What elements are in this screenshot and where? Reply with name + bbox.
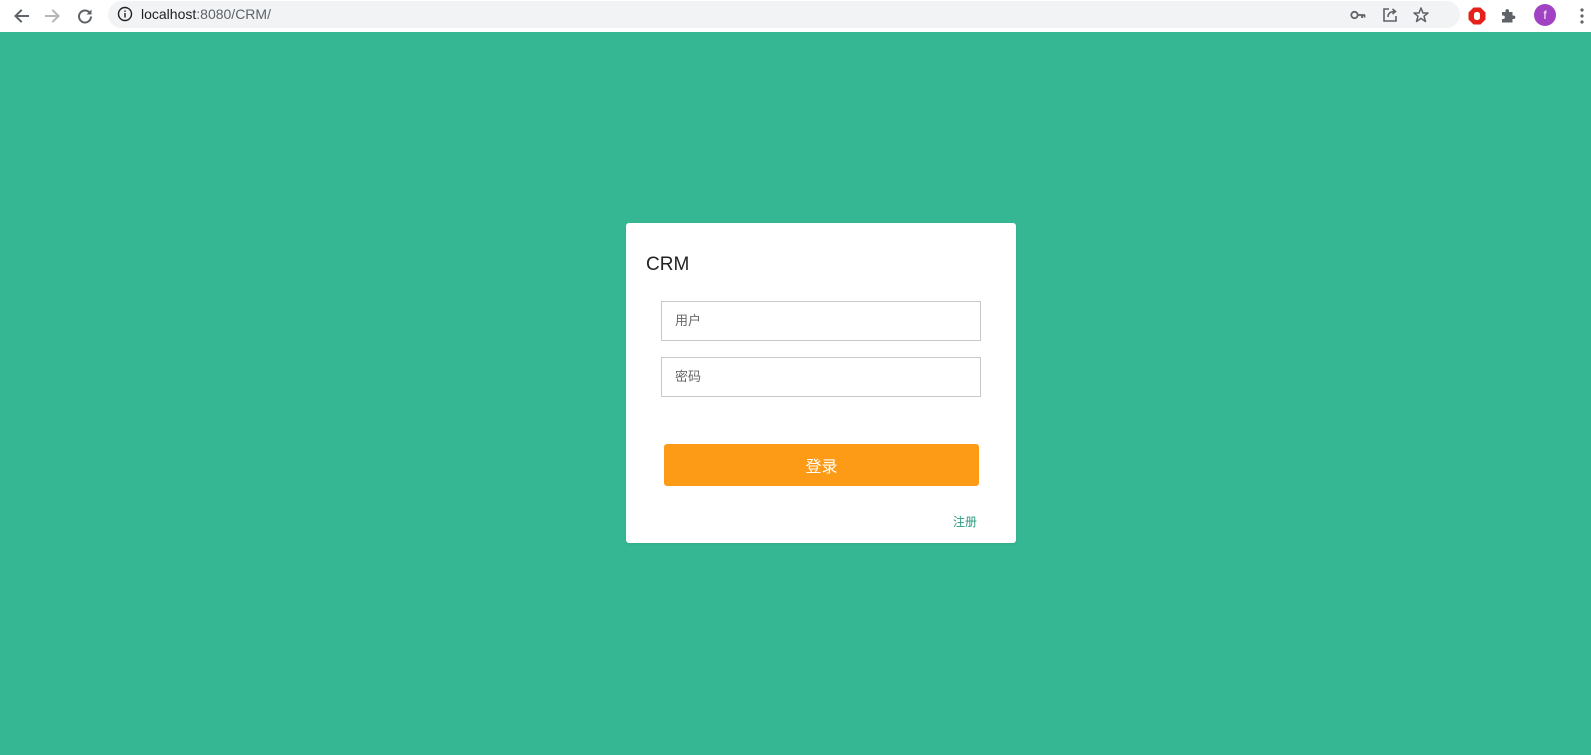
back-icon[interactable] <box>9 4 33 28</box>
password-input[interactable] <box>661 357 981 397</box>
site-info-icon[interactable] <box>117 6 133 22</box>
address-bar[interactable]: localhost:8080/CRM/ <box>108 1 1460 28</box>
login-button[interactable]: 登录 <box>664 444 979 486</box>
url-path: :8080/CRM/ <box>196 6 271 22</box>
menu-icon[interactable] <box>1575 4 1589 28</box>
extensions-icon[interactable] <box>1496 4 1520 28</box>
username-input[interactable] <box>661 301 981 341</box>
url-host: localhost <box>141 6 197 22</box>
key-icon[interactable] <box>1346 3 1370 27</box>
register-link[interactable]: 注册 <box>953 513 977 530</box>
login-card: CRM 登录 注册 <box>626 223 1016 543</box>
address-url: localhost:8080/CRM/ <box>141 6 271 22</box>
browser-toolbar: localhost:8080/CRM/ f <box>0 0 1591 32</box>
profile-avatar[interactable]: f <box>1534 4 1556 26</box>
login-title: CRM <box>646 254 690 275</box>
adblock-icon[interactable] <box>1465 4 1489 28</box>
bookmark-star-icon[interactable] <box>1409 3 1433 27</box>
share-icon[interactable] <box>1378 3 1402 27</box>
forward-icon[interactable] <box>41 4 65 28</box>
reload-icon[interactable] <box>73 4 97 28</box>
